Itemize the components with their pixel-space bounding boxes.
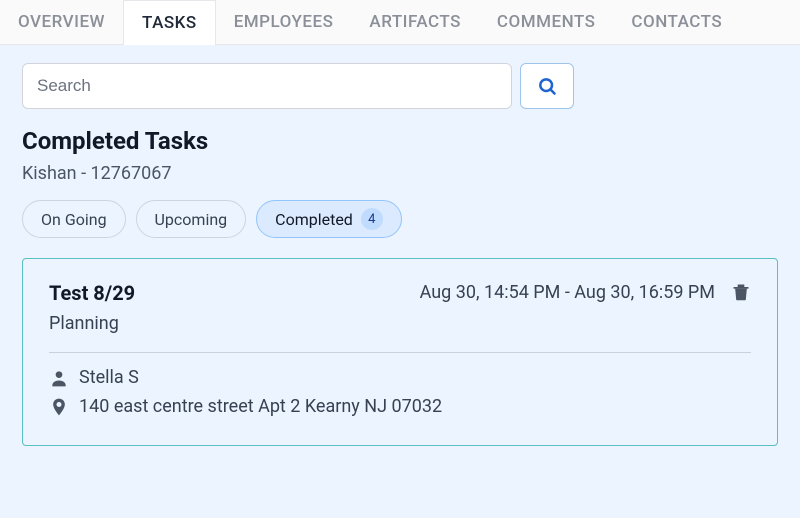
task-time-range: Aug 30, 14:54 PM - Aug 30, 16:59 PM [420,282,715,303]
assignee-row: Stella S [49,367,751,388]
task-time-row: Aug 30, 14:54 PM - Aug 30, 16:59 PM [420,281,751,303]
tab-contacts[interactable]: CONTACTS [613,0,740,44]
search-icon [537,76,557,96]
tab-comments[interactable]: COMMENTS [479,0,614,44]
tab-tasks[interactable]: TASKS [123,0,216,45]
search-button[interactable] [520,63,574,109]
tab-artifacts[interactable]: ARTIFACTS [351,0,479,44]
address-text: 140 east centre street Apt 2 Kearny NJ 0… [79,396,442,417]
completed-count-badge: 4 [361,208,383,230]
page-body: Completed Tasks Kishan - 12767067 On Goi… [0,45,800,518]
assignee-name: Stella S [79,367,139,388]
page-subtitle: Kishan - 12767067 [22,163,778,184]
trash-icon[interactable] [731,281,751,303]
task-card: Test 8/29 Planning Aug 30, 14:54 PM - Au… [22,258,778,446]
search-row [22,63,778,109]
person-icon [49,368,69,388]
filter-completed-label: Completed [275,210,353,229]
location-pin-icon [49,397,69,417]
address-row: 140 east centre street Apt 2 Kearny NJ 0… [49,396,751,417]
search-input[interactable] [22,63,512,109]
filter-ongoing[interactable]: On Going [22,200,126,238]
filter-chip-row: On Going Upcoming Completed 4 [22,200,778,238]
task-card-header: Test 8/29 Planning Aug 30, 14:54 PM - Au… [49,281,751,334]
page-title: Completed Tasks [22,127,778,155]
task-category: Planning [49,313,135,334]
task-title: Test 8/29 [49,281,135,305]
top-nav-tabs: OVERVIEW TASKS EMPLOYEES ARTIFACTS COMME… [0,0,800,45]
tab-overview[interactable]: OVERVIEW [0,0,123,44]
filter-completed[interactable]: Completed 4 [256,200,402,238]
filter-upcoming[interactable]: Upcoming [136,200,247,238]
tab-employees[interactable]: EMPLOYEES [216,0,352,44]
card-divider [49,352,751,353]
